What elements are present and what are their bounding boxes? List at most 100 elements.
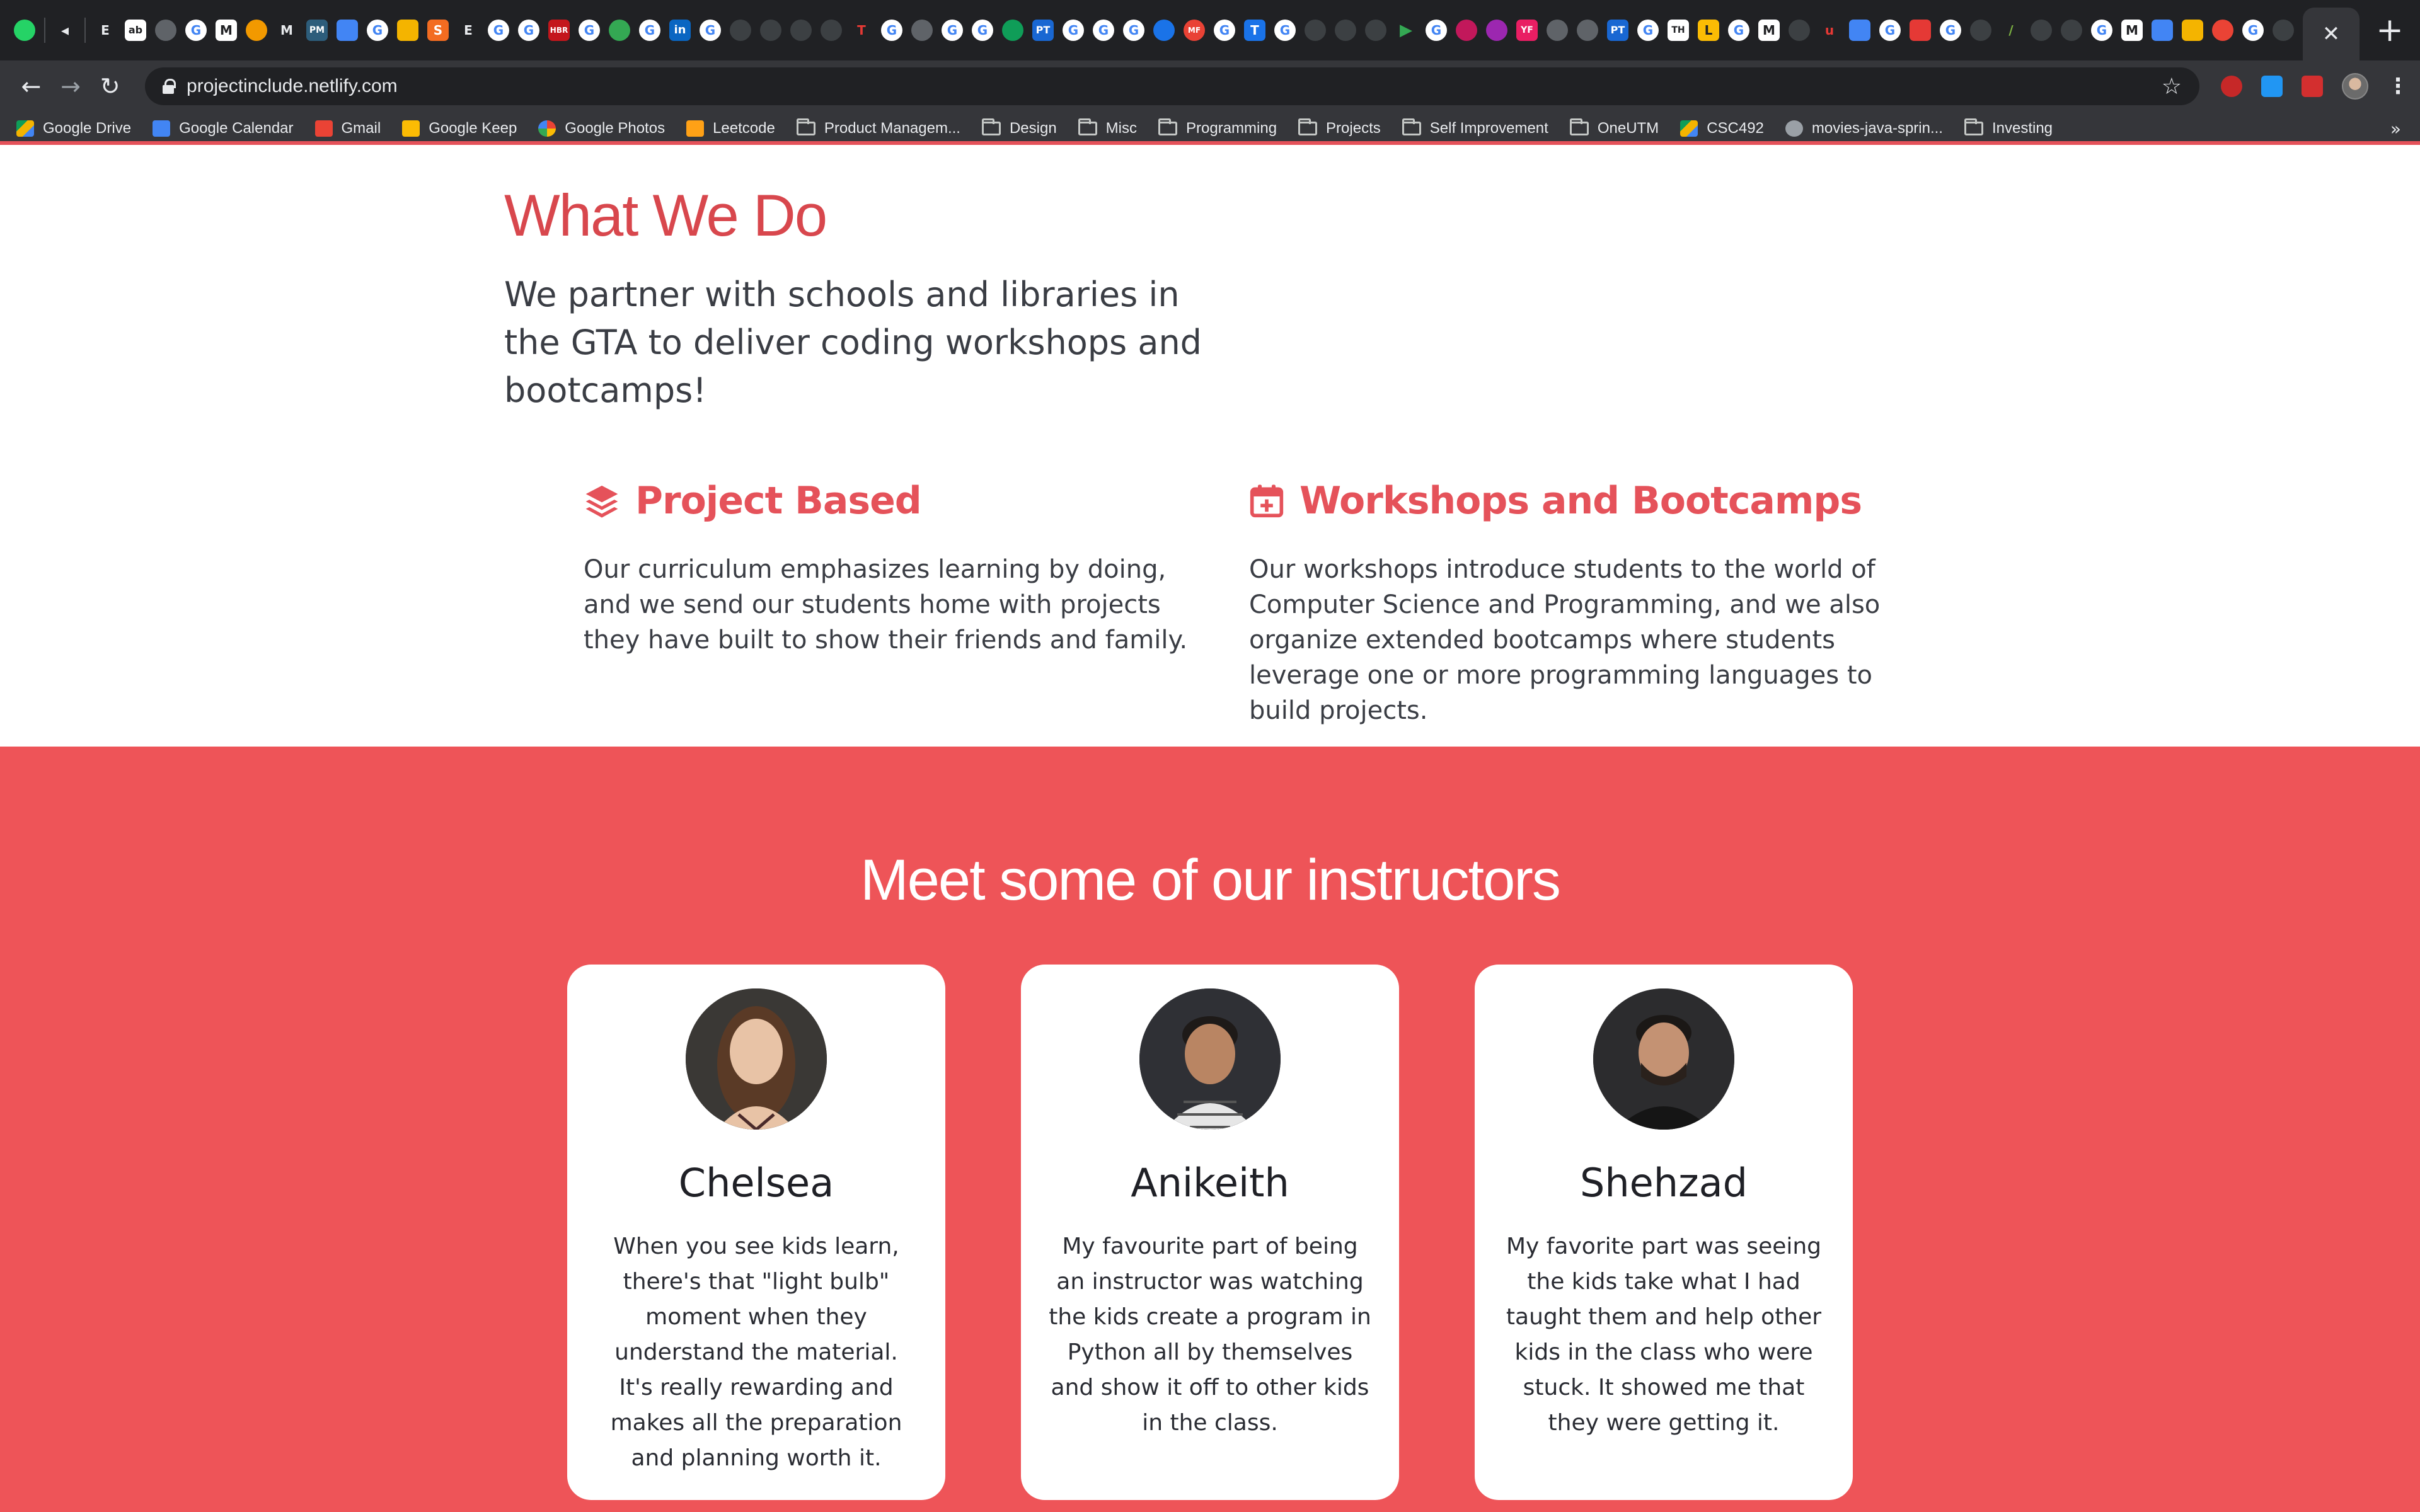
bookmark-item[interactable]: Misc — [1078, 118, 1137, 137]
google-tab-icon[interactable]: G — [1214, 20, 1235, 41]
address-bar[interactable]: projectinclude.netlify.com ☆ — [145, 67, 2200, 105]
hbr-tab-icon[interactable]: HBR — [548, 20, 570, 41]
s-tab-icon[interactable]: S — [427, 20, 449, 41]
l-tab-icon[interactable]: L — [1698, 20, 1719, 41]
google-tab-icon[interactable]: G — [367, 20, 388, 41]
google-tab-icon[interactable]: G — [1879, 20, 1901, 41]
google-tab-icon[interactable]: G — [1063, 20, 1084, 41]
globe-tab-icon[interactable] — [1335, 20, 1356, 41]
extension-icon[interactable] — [2261, 76, 2283, 97]
t-tab-icon[interactable]: T — [851, 20, 872, 41]
active-tab[interactable]: ✕ — [2303, 8, 2360, 60]
google-tab-icon[interactable]: G — [1940, 20, 1961, 41]
google-tab-icon[interactable]: G — [972, 20, 993, 41]
elephant-tab-icon[interactable] — [1456, 20, 1477, 41]
swirl-tab-icon[interactable] — [1486, 20, 1507, 41]
globe-tab-icon[interactable] — [1305, 20, 1326, 41]
globe-tab-icon[interactable] — [1970, 20, 1991, 41]
google-tab-icon[interactable]: G — [1274, 20, 1296, 41]
bookmark-item[interactable]: Google Drive — [16, 120, 131, 137]
bookmark-star-icon[interactable]: ☆ — [2162, 74, 2182, 100]
docs-tab-icon[interactable] — [337, 20, 358, 41]
bookmarks-overflow-icon[interactable]: » — [2390, 118, 2401, 139]
globe-tab-icon[interactable] — [155, 20, 176, 41]
google-tab-icon[interactable]: G — [488, 20, 509, 41]
bookmark-item[interactable]: OneUTM — [1569, 118, 1659, 137]
google-tab-icon[interactable]: G — [881, 20, 902, 41]
google-tab-icon[interactable]: G — [185, 20, 207, 41]
google-tab-icon[interactable]: G — [1728, 20, 1749, 41]
u-tab-icon[interactable]: u — [1819, 20, 1840, 41]
back-arrow-icon[interactable]: ← — [11, 66, 51, 106]
e-tab-icon[interactable]: E — [95, 20, 116, 41]
forward-arrow-icon[interactable]: → — [51, 66, 91, 106]
reload-icon[interactable]: ↻ — [90, 66, 130, 106]
bookmark-item[interactable]: Google Calendar — [153, 120, 294, 137]
pm-tab-icon[interactable]: PM — [306, 20, 328, 41]
github-tab-icon[interactable] — [760, 20, 781, 41]
globe-tab-icon[interactable] — [1547, 20, 1568, 41]
bookmark-item[interactable]: Design — [981, 118, 1057, 137]
m-red-tab-icon[interactable] — [1910, 20, 1931, 41]
github-tab-icon[interactable] — [2061, 20, 2082, 41]
ublock-origin-icon[interactable] — [2221, 76, 2243, 97]
medium-tab-icon[interactable]: M — [2121, 20, 2143, 41]
new-tab-icon[interactable]: + — [2360, 14, 2420, 47]
e-tab-icon[interactable]: E — [458, 20, 479, 41]
google-tab-icon[interactable]: G — [700, 20, 721, 41]
url-text[interactable]: projectinclude.netlify.com — [187, 76, 2149, 97]
bookmark-item[interactable]: Google Keep — [402, 120, 517, 137]
sparkle-tab-icon[interactable] — [609, 20, 630, 41]
google-tab-icon[interactable]: G — [942, 20, 963, 41]
google-tab-icon[interactable]: G — [639, 20, 660, 41]
google-tab-icon[interactable]: G — [2242, 20, 2264, 41]
google-tab-icon[interactable]: G — [1426, 20, 1447, 41]
green-slash-tab-icon[interactable]: / — [2000, 20, 2022, 41]
pt-tab-icon[interactable]: PT — [1032, 20, 1054, 41]
bookmark-item[interactable]: Leetcode — [686, 120, 775, 137]
bookmark-item[interactable]: Investing — [1964, 118, 2053, 137]
brain-tab-icon[interactable] — [1153, 20, 1175, 41]
google-tab-icon[interactable]: G — [1637, 20, 1659, 41]
google-tab-icon[interactable]: G — [1123, 20, 1144, 41]
ring-tab-icon[interactable] — [1002, 20, 1023, 41]
google-tab-icon[interactable]: G — [579, 20, 600, 41]
globe-tab-icon[interactable] — [911, 20, 933, 41]
github-tab-icon[interactable] — [790, 20, 812, 41]
globe-tab-icon[interactable] — [1577, 20, 1598, 41]
th-tab-icon[interactable]: TH — [1668, 20, 1689, 41]
analytics-tab-icon[interactable] — [397, 20, 418, 41]
google-tab-icon[interactable]: G — [518, 20, 539, 41]
profile-avatar[interactable] — [2342, 73, 2369, 100]
photos-tab-icon[interactable] — [2212, 20, 2233, 41]
nbc-tab-icon[interactable] — [246, 20, 267, 41]
play-tab-icon[interactable]: ▶ — [1395, 20, 1417, 41]
bookmark-item[interactable]: movies-java-sprin... — [1785, 120, 1943, 137]
bookmark-item[interactable]: CSC492 — [1680, 120, 1764, 137]
mf-tab-icon[interactable]: MF — [1184, 20, 1205, 41]
google-tab-icon[interactable]: G — [1093, 20, 1114, 41]
github-tab-icon[interactable] — [730, 20, 751, 41]
muted-speaker-icon[interactable]: ◂ — [54, 20, 76, 41]
bookmark-item[interactable]: Google Photos — [538, 120, 665, 137]
whatsapp-tab-icon[interactable] — [14, 20, 35, 41]
bookmark-item[interactable]: Projects — [1298, 118, 1381, 137]
lock-icon[interactable] — [163, 79, 176, 94]
github-tab-icon[interactable] — [821, 20, 842, 41]
google-tab-icon[interactable]: G — [2091, 20, 2112, 41]
github-tab-icon[interactable] — [2031, 20, 2052, 41]
medium-tab-icon[interactable]: M — [276, 20, 297, 41]
globe-tab-icon[interactable] — [1365, 20, 1386, 41]
pt-tab-icon[interactable]: PT — [1607, 20, 1628, 41]
bookmark-item[interactable]: Self Improvement — [1402, 118, 1548, 137]
yf-tab-icon[interactable]: YF — [1516, 20, 1538, 41]
bookmark-item[interactable]: Product Managem... — [796, 118, 960, 137]
medium-tab-icon[interactable]: M — [216, 20, 237, 41]
bookmark-item[interactable]: Gmail — [314, 120, 381, 137]
globe-tab-icon[interactable] — [2273, 20, 2294, 41]
ab-tab-icon[interactable]: ab — [125, 20, 146, 41]
more-menu-icon[interactable]: ⋮ — [2387, 74, 2409, 99]
lastpass-icon[interactable] — [2302, 76, 2324, 97]
docs-tab-icon[interactable] — [1849, 20, 1870, 41]
github-tab-icon[interactable] — [1789, 20, 1810, 41]
